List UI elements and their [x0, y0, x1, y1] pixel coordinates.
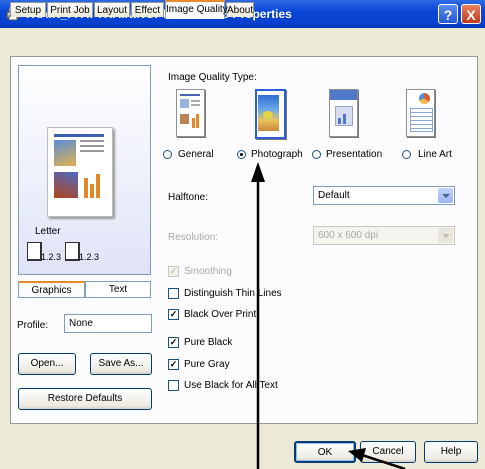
open-button[interactable]: Open...	[18, 353, 76, 375]
halftone-value: Default	[318, 190, 350, 201]
preview-page	[47, 127, 113, 217]
profile-field[interactable]: None	[64, 314, 152, 333]
general-thumbnail[interactable]	[176, 89, 205, 137]
chevron-down-icon	[438, 228, 453, 243]
resolution-label: Resolution:	[168, 232, 219, 243]
profile-label: Profile:	[17, 320, 49, 331]
radio-presentation[interactable]	[312, 150, 321, 159]
segment-text[interactable]: Text	[85, 281, 151, 298]
save-as-button[interactable]: Save As...	[90, 353, 152, 375]
resolution-dropdown[interactable]: 600 x 600 dpi	[313, 226, 455, 245]
pure-gray-label: Pure Gray	[184, 359, 230, 370]
pure-black-checkbox[interactable]: ✓	[168, 337, 179, 348]
distinguish-thin-lines-checkbox[interactable]	[168, 288, 179, 299]
image-quality-type-label: Image Quality Type:	[168, 72, 257, 83]
close-button[interactable]: X	[461, 4, 481, 24]
use-black-for-all-text-checkbox[interactable]	[168, 380, 179, 391]
radio-photograph-label: Photograph	[251, 149, 303, 160]
tab-effect[interactable]: Effect	[131, 2, 164, 17]
radio-presentation-label: Presentation	[326, 149, 383, 160]
halftone-label: Halftone:	[168, 192, 209, 203]
tab-about[interactable]: About	[226, 2, 254, 17]
resolution-value: 600 x 600 dpi	[318, 230, 379, 241]
tab-layout[interactable]: Layout	[94, 2, 130, 17]
chevron-down-icon[interactable]	[438, 188, 453, 203]
black-over-print-label: Black Over Print	[184, 309, 257, 320]
radio-photograph[interactable]	[237, 150, 246, 159]
tab-setup[interactable]: Setup	[10, 2, 46, 17]
presentation-thumbnail[interactable]	[329, 89, 358, 137]
tab-print-job[interactable]: Print Job	[47, 2, 93, 17]
line-art-thumbnail[interactable]	[406, 89, 435, 137]
pages-icon	[65, 242, 80, 261]
radio-line-art[interactable]	[402, 150, 411, 159]
pure-black-label: Pure Black	[184, 337, 233, 348]
help-button[interactable]: Help	[424, 441, 478, 463]
smoothing-label: Smoothing	[184, 266, 232, 277]
page-numbers-1: 1.2.3	[41, 252, 62, 262]
photograph-thumbnail[interactable]	[255, 89, 286, 139]
black-over-print-checkbox[interactable]: ✓	[168, 309, 179, 320]
segment-graphics[interactable]: Graphics	[18, 281, 85, 298]
cancel-button[interactable]: Cancel	[360, 441, 416, 463]
restore-defaults-button[interactable]: Restore Defaults	[18, 388, 152, 410]
use-black-for-all-text-label: Use Black for All Text	[184, 380, 278, 391]
pure-gray-checkbox[interactable]: ✓	[168, 359, 179, 370]
ok-button[interactable]: OK	[294, 441, 356, 463]
smoothing-checkbox[interactable]: ✓	[168, 266, 179, 277]
title-help-button[interactable]: ?	[438, 4, 458, 24]
distinguish-thin-lines-label: Distinguish Thin Lines	[184, 288, 282, 299]
print-preview: Letter 1.2.3 1.2.3	[18, 65, 151, 275]
properties-dialog: TRAIN_PA4. TRAINING. TPS on TPS Properti…	[0, 0, 485, 469]
page-numbers-2: 1.2.3	[79, 252, 100, 262]
tab-image-quality[interactable]: Image Quality	[165, 0, 228, 19]
paper-size-label: Letter	[35, 226, 61, 237]
radio-line-art-label: Line Art	[418, 149, 452, 160]
radio-general[interactable]	[163, 150, 172, 159]
radio-general-label: General	[178, 149, 214, 160]
pages-icon	[27, 242, 42, 261]
halftone-dropdown[interactable]: Default	[313, 186, 455, 205]
